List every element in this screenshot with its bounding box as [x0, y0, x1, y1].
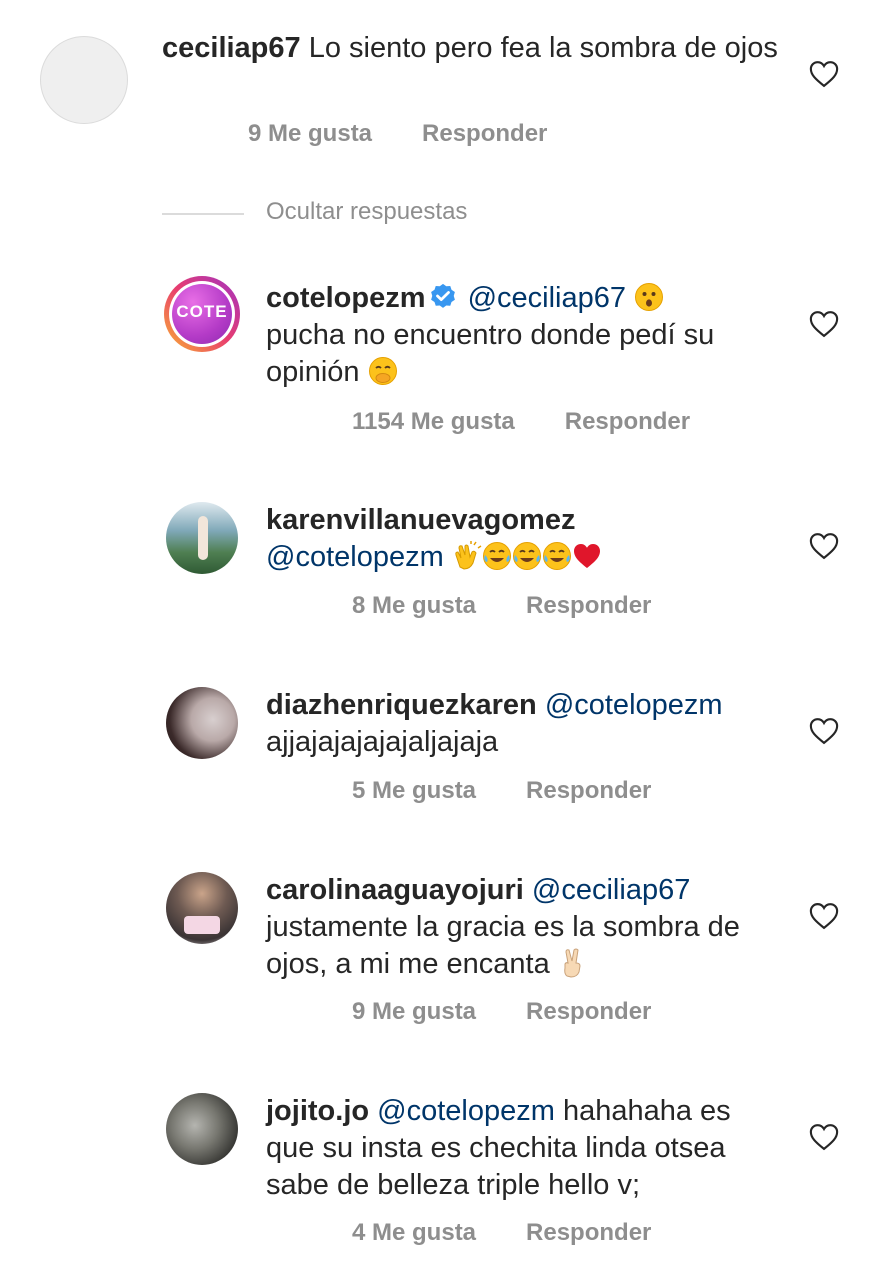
- reply-mention[interactable]: @cotelopezm: [545, 689, 723, 721]
- divider-line: [162, 213, 244, 215]
- victory-hand-icon: [564, 948, 581, 978]
- reply-username[interactable]: jojito.jo: [266, 1095, 369, 1127]
- reply-item: carolinaaguayojuri @ceciliap67 justament…: [0, 870, 894, 1040]
- reply-button[interactable]: Responder: [526, 592, 651, 619]
- reply-button[interactable]: Responder: [565, 408, 690, 435]
- reply-meta: 5 Me gusta Responder: [352, 777, 651, 805]
- reply-username[interactable]: carolinaaguayojuri: [266, 874, 524, 906]
- reply-body: ajjajajajajajaljajaja: [266, 726, 499, 758]
- tears-of-joy-icon: [482, 542, 511, 570]
- reply-item: karenvillanuevagomez @cotelopezm 8 Me gu…: [0, 500, 894, 650]
- reply-item: COTE cotelopezm @ceciliap67 pucha no enc…: [0, 270, 894, 440]
- face-with-hand-over-mouth-icon: [368, 357, 397, 385]
- reply-mention[interactable]: @ceciliap67: [532, 874, 690, 906]
- avatar-figure: [198, 516, 208, 560]
- comment-item: ceciliap67 Lo siento pero fea la sombra …: [0, 0, 894, 170]
- reply-button[interactable]: Responder: [422, 120, 547, 147]
- like-heart-icon[interactable]: [809, 532, 839, 560]
- reply-item: diazhenriquezkaren @cotelopezm ajjajajaj…: [0, 685, 894, 835]
- avatar[interactable]: COTE: [164, 276, 240, 352]
- clapping-hands-icon: [455, 541, 482, 570]
- reply-text: jojito.jo @cotelopezm hahahaha es que su…: [266, 1093, 786, 1204]
- comment-text: ceciliap67 Lo siento pero fea la sombra …: [162, 30, 782, 67]
- reply-text: cotelopezm @ceciliap67 pucha no encuentr…: [266, 280, 766, 391]
- reply-meta: 1154 Me gusta Responder: [352, 408, 690, 436]
- reply-button[interactable]: Responder: [526, 777, 651, 804]
- avatar[interactable]: [166, 502, 238, 574]
- avatar-label: COTE: [176, 302, 228, 321]
- comment-username[interactable]: ceciliap67: [162, 32, 301, 64]
- reply-mention[interactable]: @cotelopezm: [377, 1095, 555, 1127]
- reply-username[interactable]: diazhenriquezkaren: [266, 689, 537, 721]
- like-heart-icon[interactable]: [809, 717, 839, 745]
- like-heart-icon[interactable]: [809, 902, 839, 930]
- reply-item: jojito.jo @cotelopezm hahahaha es que su…: [0, 1091, 894, 1261]
- reply-meta: 9 Me gusta Responder: [352, 998, 651, 1026]
- surprised-face-icon: [635, 283, 664, 311]
- like-count[interactable]: 9 Me gusta: [352, 998, 476, 1025]
- avatar[interactable]: [40, 36, 128, 124]
- reply-body: pucha no encuentro donde pedí su opinión: [266, 319, 715, 388]
- reply-button[interactable]: Responder: [526, 1219, 651, 1246]
- reply-meta: 8 Me gusta Responder: [352, 592, 651, 620]
- like-count[interactable]: 9 Me gusta: [248, 120, 372, 147]
- reply-text: karenvillanuevagomez @cotelopezm: [266, 502, 766, 576]
- reply-text: diazhenriquezkaren @cotelopezm ajjajajaj…: [266, 687, 766, 761]
- reply-meta: 4 Me gusta Responder: [352, 1219, 651, 1247]
- red-heart-icon: [573, 544, 600, 568]
- reply-mention[interactable]: @ceciliap67: [468, 282, 626, 314]
- comment-body: Lo siento pero fea la sombra de ojos: [308, 32, 778, 64]
- verified-badge-icon: [430, 283, 455, 308]
- like-heart-icon[interactable]: [809, 310, 839, 338]
- comment-meta: 9 Me gusta Responder: [248, 120, 547, 148]
- reply-text: carolinaaguayojuri @ceciliap67 justament…: [266, 872, 766, 983]
- hide-replies-label[interactable]: Ocultar respuestas: [266, 198, 467, 226]
- reply-body: justamente la gracia es la sombra de ojo…: [266, 911, 740, 980]
- like-count[interactable]: 4 Me gusta: [352, 1219, 476, 1246]
- like-count[interactable]: 5 Me gusta: [352, 777, 476, 804]
- tears-of-joy-icon: [512, 542, 541, 570]
- like-count[interactable]: 1154 Me gusta: [352, 408, 515, 435]
- avatar-cake: [184, 916, 220, 934]
- avatar[interactable]: [166, 872, 238, 944]
- tears-of-joy-icon: [542, 542, 571, 570]
- like-heart-icon[interactable]: [809, 60, 839, 88]
- reply-username[interactable]: karenvillanuevagomez: [266, 504, 575, 536]
- like-heart-icon[interactable]: [809, 1123, 839, 1151]
- avatar[interactable]: [166, 1093, 238, 1165]
- reply-username[interactable]: cotelopezm: [266, 282, 426, 314]
- avatar[interactable]: [166, 687, 238, 759]
- avatar-image: COTE: [172, 284, 232, 344]
- reply-mention[interactable]: @cotelopezm: [266, 541, 444, 573]
- reply-button[interactable]: Responder: [526, 998, 651, 1025]
- like-count[interactable]: 8 Me gusta: [352, 592, 476, 619]
